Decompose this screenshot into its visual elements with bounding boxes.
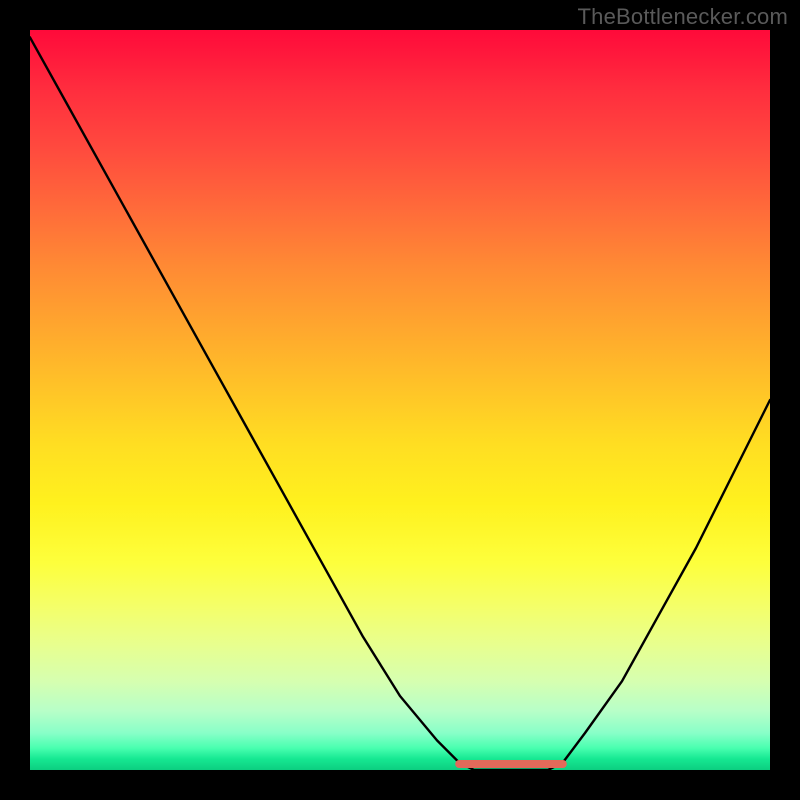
chart-svg	[30, 30, 770, 770]
plot-area	[30, 30, 770, 770]
chart-frame: TheBottlenecker.com	[0, 0, 800, 800]
series-line	[30, 37, 770, 770]
watermark-text: TheBottlenecker.com	[578, 4, 788, 30]
